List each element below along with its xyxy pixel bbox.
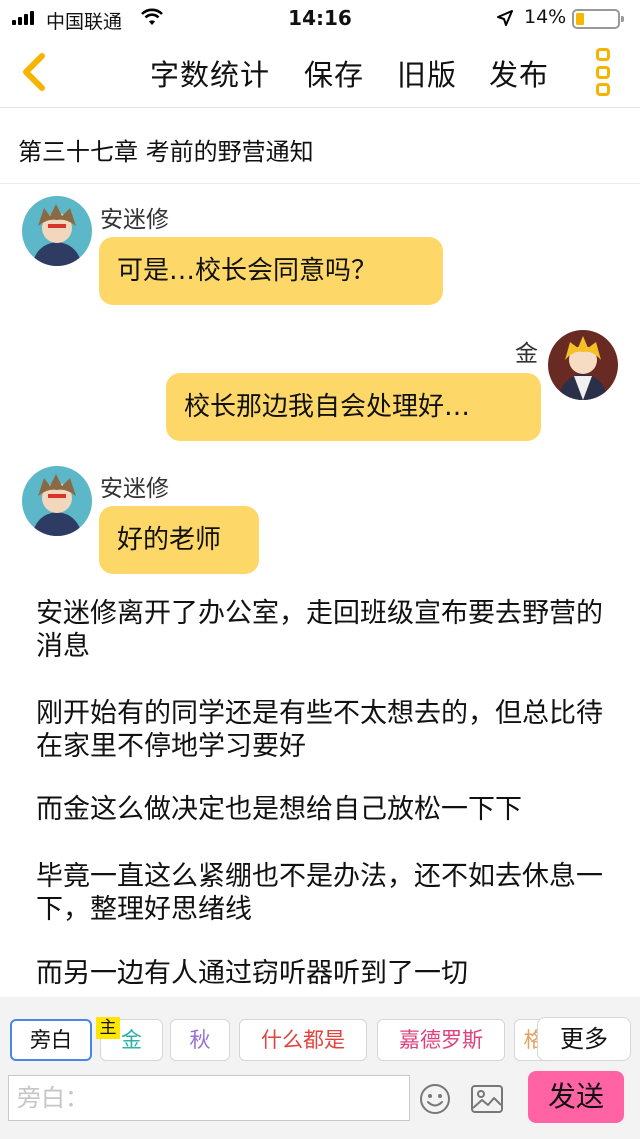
battery-icon	[572, 9, 624, 29]
main-role-badge: 主	[96, 1017, 120, 1039]
chevron-left-icon[interactable]	[14, 50, 54, 94]
role-chip-jiadeluosi[interactable]: 嘉德罗斯	[377, 1019, 505, 1061]
location-arrow-icon	[497, 10, 513, 26]
narration-paragraph[interactable]: 而另一边有人通过窃听器听到了一切	[36, 957, 616, 990]
send-button[interactable]: 发送	[528, 1071, 624, 1123]
avatar-jin[interactable]	[548, 330, 618, 400]
smiley-icon[interactable]	[419, 1083, 451, 1115]
role-chip-qiu[interactable]: 秋	[170, 1019, 230, 1061]
old-version-button[interactable]: 旧版	[397, 52, 457, 94]
more-roles-button[interactable]: 更多	[537, 1017, 631, 1061]
role-chip-shenmedoushi[interactable]: 什么都是	[239, 1019, 367, 1061]
narration-paragraph[interactable]: 毕竟一直这么紧绷也不是办法，还不如去休息一下，整理好思绪线	[36, 860, 616, 926]
speaker-name: 安迷修	[100, 207, 169, 233]
vertical-dots-icon[interactable]	[596, 48, 614, 96]
role-selector-bar: 旁白 金 主 秋 什么都是 嘉德罗斯 格 更多	[0, 997, 640, 1071]
narration-paragraph[interactable]: 安迷修离开了办公室，走回班级宣布要去野营的消息	[36, 597, 616, 663]
speaker-name: 安迷修	[100, 476, 169, 502]
avatar-anmixiu[interactable]	[22, 196, 92, 266]
publish-button[interactable]: 发布	[489, 52, 549, 94]
role-chip-narrator[interactable]: 旁白	[10, 1019, 92, 1061]
status-bar: 中国联通 14:16 14%	[0, 0, 640, 36]
narration-paragraph[interactable]: 而金这么做决定也是想给自己放松一下下	[36, 793, 616, 826]
message-bubble[interactable]: 可是…校长会同意吗？	[99, 237, 443, 305]
chapter-title[interactable]: 第三十七章 考前的野营通知	[18, 132, 314, 167]
message-input[interactable]	[8, 1075, 410, 1121]
message-bubble[interactable]: 好的老师	[99, 506, 259, 574]
word-count-button[interactable]: 字数统计	[150, 52, 270, 94]
avatar-anmixiu[interactable]	[22, 466, 92, 536]
image-icon[interactable]	[470, 1083, 504, 1115]
editor-toolbar: 字数统计 保存 旧版 发布	[0, 36, 640, 108]
battery-percent: 14%	[524, 6, 567, 28]
speaker-name: 金	[515, 341, 538, 367]
input-bar: 发送	[0, 1071, 640, 1139]
message-bubble[interactable]: 校长那边我自会处理好…	[166, 373, 541, 441]
save-button[interactable]: 保存	[304, 52, 364, 94]
chapter-header: 第三十七章 考前的野营通知	[0, 108, 640, 184]
narration-paragraph[interactable]: 刚开始有的同学还是有些不太想去的，但总比待在家里不停地学习要好	[36, 697, 616, 763]
